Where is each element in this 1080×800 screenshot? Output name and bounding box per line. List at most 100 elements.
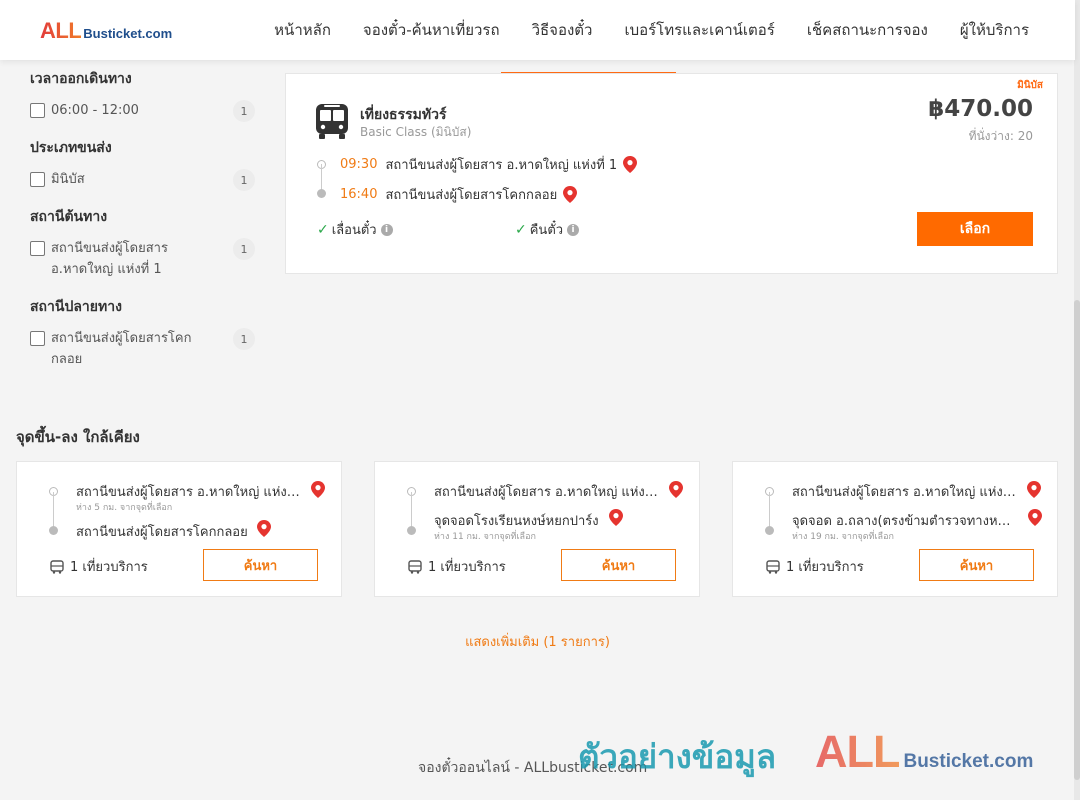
select-trip-button[interactable]: เลือก [917, 212, 1033, 246]
filter-destination-station: สถานีปลายทาง สถานีขนส่งผู้โดยสารโคกกลอย … [30, 296, 255, 370]
nearby-card: สถานีขนส่งผู้โดยสาร อ.หาดใหญ่ แห่งที่ 1 … [732, 461, 1058, 597]
count-badge: 1 [233, 238, 255, 260]
map-pin-icon[interactable] [1028, 509, 1042, 526]
filter-option-label: สถานีขนส่งผู้โดยสารโคกกลอย [51, 331, 192, 367]
service-label: 1 เที่ยวบริการ [786, 560, 864, 575]
map-pin-icon[interactable] [257, 520, 271, 537]
arrival-station: สถานีขนส่งผู้โดยสารโคกกลอย [385, 188, 558, 203]
filter-sidebar: เวลาออกเดินทาง 06:00 - 12:00 1 ประเภทขนส… [30, 68, 255, 386]
to-dot [407, 526, 416, 535]
filter-option[interactable]: สถานีขนส่งผู้โดยสารโคกกลอย 1 [30, 328, 255, 370]
count-badge: 1 [233, 328, 255, 350]
watermark-all-text: ALL [815, 726, 900, 777]
to-dot [765, 526, 774, 535]
site-logo[interactable]: ALL Busticket.com [40, 18, 172, 44]
route-line [53, 492, 54, 530]
page-scrollbar[interactable] [1074, 0, 1080, 800]
feature-label: คืนตั๋ว [529, 223, 564, 238]
top-header: ALL Busticket.com หน้าหลัก จองตั๋ว-ค้นหา… [0, 0, 1075, 60]
nav-contact-counters[interactable]: เบอร์โทรและเคาน์เตอร์ [608, 18, 790, 42]
filter-option[interactable]: สถานีขนส่งผู้โดยสาร อ.หาดใหญ่ แห่งที่ 1 … [30, 238, 255, 280]
feature-refund: ✓ คืนตั๋ว i [515, 219, 580, 240]
filter-title: เวลาออกเดินทาง [30, 71, 132, 87]
to-dot [49, 526, 58, 535]
checkbox[interactable] [30, 172, 45, 187]
filter-transport-type: ประเภทขนส่ง มินิบัส 1 [30, 137, 255, 191]
checkbox[interactable] [30, 103, 45, 118]
nearby-to-station: สถานีขนส่งผู้โดยสารโคกกลอย [76, 525, 248, 540]
show-more-link[interactable]: แสดงเพิ่มเติม (1 รายการ) [0, 631, 1075, 652]
info-icon[interactable]: i [380, 223, 393, 236]
arrive-dot [317, 189, 326, 198]
route-line [769, 492, 770, 530]
map-pin-icon[interactable] [563, 186, 578, 203]
service-label: 1 เที่ยวบริการ [428, 560, 506, 575]
feature-label: เลื่อนตั๋ว [331, 223, 377, 238]
watermark-text: ตัวอย่างข้อมูล [578, 737, 777, 776]
filter-option-label: 06:00 - 12:00 [51, 103, 139, 118]
nav-check-booking[interactable]: เช็คสถานะการจอง [791, 18, 944, 42]
checkbox[interactable] [30, 331, 45, 346]
nearby-to-station: จุดจอดโรงเรียนหงษ์หยกปาร์ง [434, 514, 599, 529]
filter-option[interactable]: มินิบัส 1 [30, 169, 255, 191]
logo-busticket-text: Busticket.com [83, 26, 173, 41]
check-icon: ✓ [317, 221, 329, 238]
seats-available: ที่นั่งว่าง: 20 [968, 129, 1033, 143]
nearby-to-distance: ห่าง 11 กม. จากจุดที่เลือก [434, 532, 536, 542]
nav-book-search[interactable]: จองตั๋ว-ค้นหาเที่ยวรถ [347, 18, 516, 42]
filter-origin-station: สถานีต้นทาง สถานีขนส่งผู้โดยสาร อ.หาดใหญ… [30, 206, 255, 280]
arrival-time: 16:40 [340, 187, 378, 202]
nearby-search-button[interactable]: ค้นหา [203, 549, 318, 581]
count-badge: 1 [233, 169, 255, 191]
nearby-to-station: จุดจอด อ.ถลาง(ตรงข้ามตำรวจทางหลวง) [792, 514, 1018, 529]
filter-title: ประเภทขนส่ง [30, 140, 112, 156]
nearby-card: สถานีขนส่งผู้โดยสาร อ.หาดใหญ่ แห่งที่ 1 … [374, 461, 700, 597]
departure-row: 09:30 สถานีขนส่งผู้โดยสาร อ.หาดใหญ่ แห่ง… [340, 154, 638, 175]
route-line [411, 492, 412, 530]
nearby-from-station: สถานีขนส่งผู้โดยสาร อ.หาดใหญ่ แห่งที่ 1 [434, 485, 660, 500]
feature-reschedule: ✓ เลื่อนตั๋ว i [317, 219, 393, 240]
nav-home[interactable]: หน้าหลัก [258, 18, 347, 42]
nearby-service-count: 1 เที่ยวบริการ [408, 556, 506, 577]
trip-card: มินิบัส เที่ยงธรรมทัวร์ Basic Class (มิน… [285, 73, 1058, 274]
map-pin-icon[interactable] [609, 509, 623, 526]
departure-time: 09:30 [340, 157, 378, 172]
ticket-price: ฿470.00 [928, 96, 1033, 122]
scrollbar-thumb[interactable] [1074, 300, 1080, 780]
nav-how-to-book[interactable]: วิธีจองตั๋ว [516, 18, 609, 42]
nearby-service-count: 1 เที่ยวบริการ [50, 556, 148, 577]
checkbox[interactable] [30, 241, 45, 256]
result-tab-strip [285, 60, 1058, 75]
nearby-from-station: สถานีขนส่งผู้โดยสาร อ.หาดใหญ่ แห่งที่ 1 [76, 485, 302, 500]
nearby-card: สถานีขนส่งผู้โดยสาร อ.หาดใหญ่ แห่งที่ 1 … [16, 461, 342, 597]
filter-departure-time: เวลาออกเดินทาง 06:00 - 12:00 1 [30, 68, 255, 122]
bus-class: Basic Class (มินิบัส) [360, 125, 472, 139]
count-badge: 1 [233, 100, 255, 122]
watermark-logo: ALL Busticket.com [815, 726, 1033, 778]
map-pin-icon[interactable] [311, 481, 325, 498]
map-pin-icon[interactable] [623, 156, 638, 173]
logo-all-text: ALL [40, 18, 82, 43]
map-pin-icon[interactable] [1027, 481, 1041, 498]
nav-operators[interactable]: ผู้ให้บริการ [944, 18, 1045, 42]
route-line [321, 164, 322, 190]
main-nav: หน้าหลัก จองตั๋ว-ค้นหาเที่ยวรถ วิธีจองตั… [258, 0, 1045, 60]
filter-option-label: สถานีขนส่งผู้โดยสาร อ.หาดใหญ่ แห่งที่ 1 [51, 241, 168, 277]
info-icon[interactable]: i [567, 223, 580, 236]
nearby-to-distance: ห่าง 19 กม. จากจุดที่เลือก [792, 532, 894, 542]
filter-option[interactable]: 06:00 - 12:00 1 [30, 100, 255, 122]
filter-title: สถานีต้นทาง [30, 209, 108, 225]
bus-small-icon [766, 559, 780, 574]
bus-icon [316, 104, 348, 139]
arrival-row: 16:40 สถานีขนส่งผู้โดยสารโคกกลอย [340, 184, 578, 205]
departure-station: สถานีขนส่งผู้โดยสาร อ.หาดใหญ่ แห่งที่ 1 [385, 158, 618, 173]
filter-title: สถานีปลายทาง [30, 299, 122, 315]
nearby-from-station: สถานีขนส่งผู้โดยสาร อ.หาดใหญ่ แห่งที่ 1 [792, 485, 1018, 500]
map-pin-icon[interactable] [669, 481, 683, 498]
watermark-busticket-text: Busticket.com [903, 751, 1034, 772]
check-icon: ✓ [515, 221, 527, 238]
nearby-search-button[interactable]: ค้นหา [561, 549, 676, 581]
service-label: 1 เที่ยวบริการ [70, 560, 148, 575]
nearby-search-button[interactable]: ค้นหา [919, 549, 1034, 581]
nearby-service-count: 1 เที่ยวบริการ [766, 556, 864, 577]
